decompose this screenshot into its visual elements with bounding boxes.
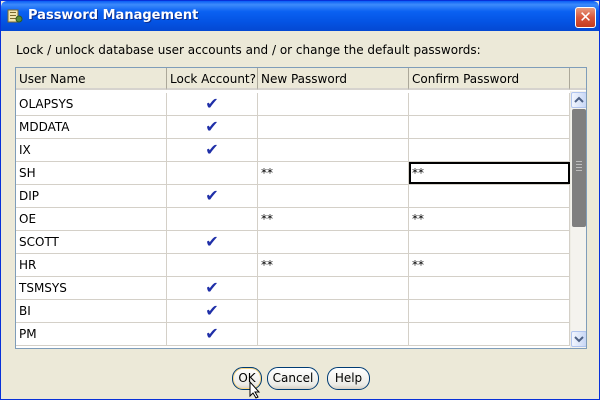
confirm-password-field[interactable] xyxy=(409,93,570,115)
confirm-password-field-active[interactable]: ** xyxy=(409,162,570,184)
table-header: User Name Lock Account? New Password Con… xyxy=(16,68,586,90)
new-password-field[interactable] xyxy=(258,300,409,322)
database-icon xyxy=(7,9,23,23)
lock-account-checkbox[interactable]: ✔ xyxy=(167,323,258,345)
lock-account-checkbox[interactable] xyxy=(167,254,258,276)
user-name-cell[interactable]: HR xyxy=(16,254,167,276)
lock-account-checkbox[interactable]: ✔ xyxy=(167,300,258,322)
checkmark-icon: ✔ xyxy=(205,117,219,136)
lock-account-checkbox[interactable]: ✔ xyxy=(167,277,258,299)
instructions-text: Lock / unlock database user accounts and… xyxy=(16,43,481,57)
table-row: OLAPSYS ✔ xyxy=(16,93,570,116)
confirm-password-field[interactable]: ** xyxy=(409,254,570,276)
confirm-password-field[interactable] xyxy=(409,231,570,253)
column-header-confirm-password[interactable]: Confirm Password xyxy=(409,68,570,90)
close-button[interactable]: ✕ xyxy=(575,7,596,28)
table-row: TSMSYS ✔ xyxy=(16,277,570,300)
new-password-field[interactable] xyxy=(258,231,409,253)
vertical-scrollbar[interactable] xyxy=(570,91,586,348)
lock-account-checkbox[interactable]: ✔ xyxy=(167,185,258,207)
table-row: MDDATA ✔ xyxy=(16,116,570,139)
user-name-cell[interactable]: SH xyxy=(16,162,167,184)
confirm-password-field[interactable] xyxy=(409,277,570,299)
grip-icon xyxy=(576,161,582,171)
checkmark-icon: ✔ xyxy=(205,94,219,113)
user-name-cell[interactable]: BI xyxy=(16,300,167,322)
arrow-up-icon xyxy=(574,96,584,103)
password-management-dialog: Password Management ✕ Lock / unlock data… xyxy=(0,0,600,400)
checkmark-icon: ✔ xyxy=(205,301,219,320)
column-header-user-name[interactable]: User Name xyxy=(16,68,167,90)
user-name-cell[interactable]: DIP xyxy=(16,185,167,207)
user-name-cell[interactable]: PM xyxy=(16,323,167,345)
title-bar[interactable]: Password Management ✕ xyxy=(1,1,599,31)
cancel-button[interactable]: Cancel xyxy=(267,367,319,390)
table-row: BI ✔ xyxy=(16,300,570,323)
user-name-cell[interactable]: OE xyxy=(16,208,167,230)
help-button[interactable]: Help xyxy=(327,367,370,390)
user-name-cell[interactable]: IX xyxy=(16,139,167,161)
new-password-field[interactable] xyxy=(258,277,409,299)
checkmark-icon: ✔ xyxy=(205,140,219,159)
lock-account-checkbox[interactable]: ✔ xyxy=(167,93,258,115)
user-name-cell[interactable]: TSMSYS xyxy=(16,277,167,299)
scroll-up-button[interactable] xyxy=(571,92,586,108)
new-password-field[interactable] xyxy=(258,323,409,345)
lock-account-checkbox[interactable]: ✔ xyxy=(167,231,258,253)
users-table: User Name Lock Account? New Password Con… xyxy=(15,67,587,349)
table-row: DIP ✔ xyxy=(16,185,570,208)
user-name-cell[interactable]: SCOTT xyxy=(16,231,167,253)
new-password-field[interactable] xyxy=(258,116,409,138)
checkmark-icon: ✔ xyxy=(205,232,219,251)
column-header-lock-account[interactable]: Lock Account? xyxy=(167,68,258,90)
user-name-cell[interactable]: OLAPSYS xyxy=(16,93,167,115)
lock-account-checkbox[interactable] xyxy=(167,208,258,230)
table-row: HR ** ** xyxy=(16,254,570,277)
checkmark-icon: ✔ xyxy=(205,186,219,205)
column-header-spacer xyxy=(570,68,586,90)
new-password-field[interactable]: ** xyxy=(258,162,409,184)
new-password-field[interactable] xyxy=(258,185,409,207)
confirm-password-field[interactable] xyxy=(409,116,570,138)
lock-account-checkbox[interactable] xyxy=(167,162,258,184)
lock-account-checkbox[interactable]: ✔ xyxy=(167,139,258,161)
table-row: PM ✔ xyxy=(16,323,570,346)
user-name-cell[interactable]: MDDATA xyxy=(16,116,167,138)
table-row: SCOTT ✔ xyxy=(16,231,570,254)
column-header-new-password[interactable]: New Password xyxy=(258,68,409,90)
new-password-field[interactable]: ** xyxy=(258,208,409,230)
confirm-password-field[interactable]: ** xyxy=(409,208,570,230)
new-password-field[interactable] xyxy=(258,93,409,115)
close-icon: ✕ xyxy=(579,8,592,26)
mouse-pointer-icon xyxy=(249,381,261,399)
scroll-down-button[interactable] xyxy=(571,331,586,347)
arrow-down-icon xyxy=(574,336,584,343)
confirm-password-field[interactable] xyxy=(409,139,570,161)
confirm-password-field[interactable] xyxy=(409,185,570,207)
window-title: Password Management xyxy=(28,8,199,23)
confirm-password-field[interactable] xyxy=(409,323,570,345)
scroll-thumb[interactable] xyxy=(572,109,586,227)
lock-account-checkbox[interactable]: ✔ xyxy=(167,116,258,138)
confirm-password-field[interactable] xyxy=(409,300,570,322)
checkmark-icon: ✔ xyxy=(205,324,219,343)
table-row: SH ** ** xyxy=(16,162,570,185)
new-password-field[interactable]: ** xyxy=(258,254,409,276)
new-password-field[interactable] xyxy=(258,139,409,161)
table-row: IX ✔ xyxy=(16,139,570,162)
table-row: OE ** ** xyxy=(16,208,570,231)
checkmark-icon: ✔ xyxy=(205,278,219,297)
table-body: OLAPSYS ✔ MDDATA ✔ IX ✔ SH ** ** DIP ✔ O… xyxy=(16,93,570,346)
